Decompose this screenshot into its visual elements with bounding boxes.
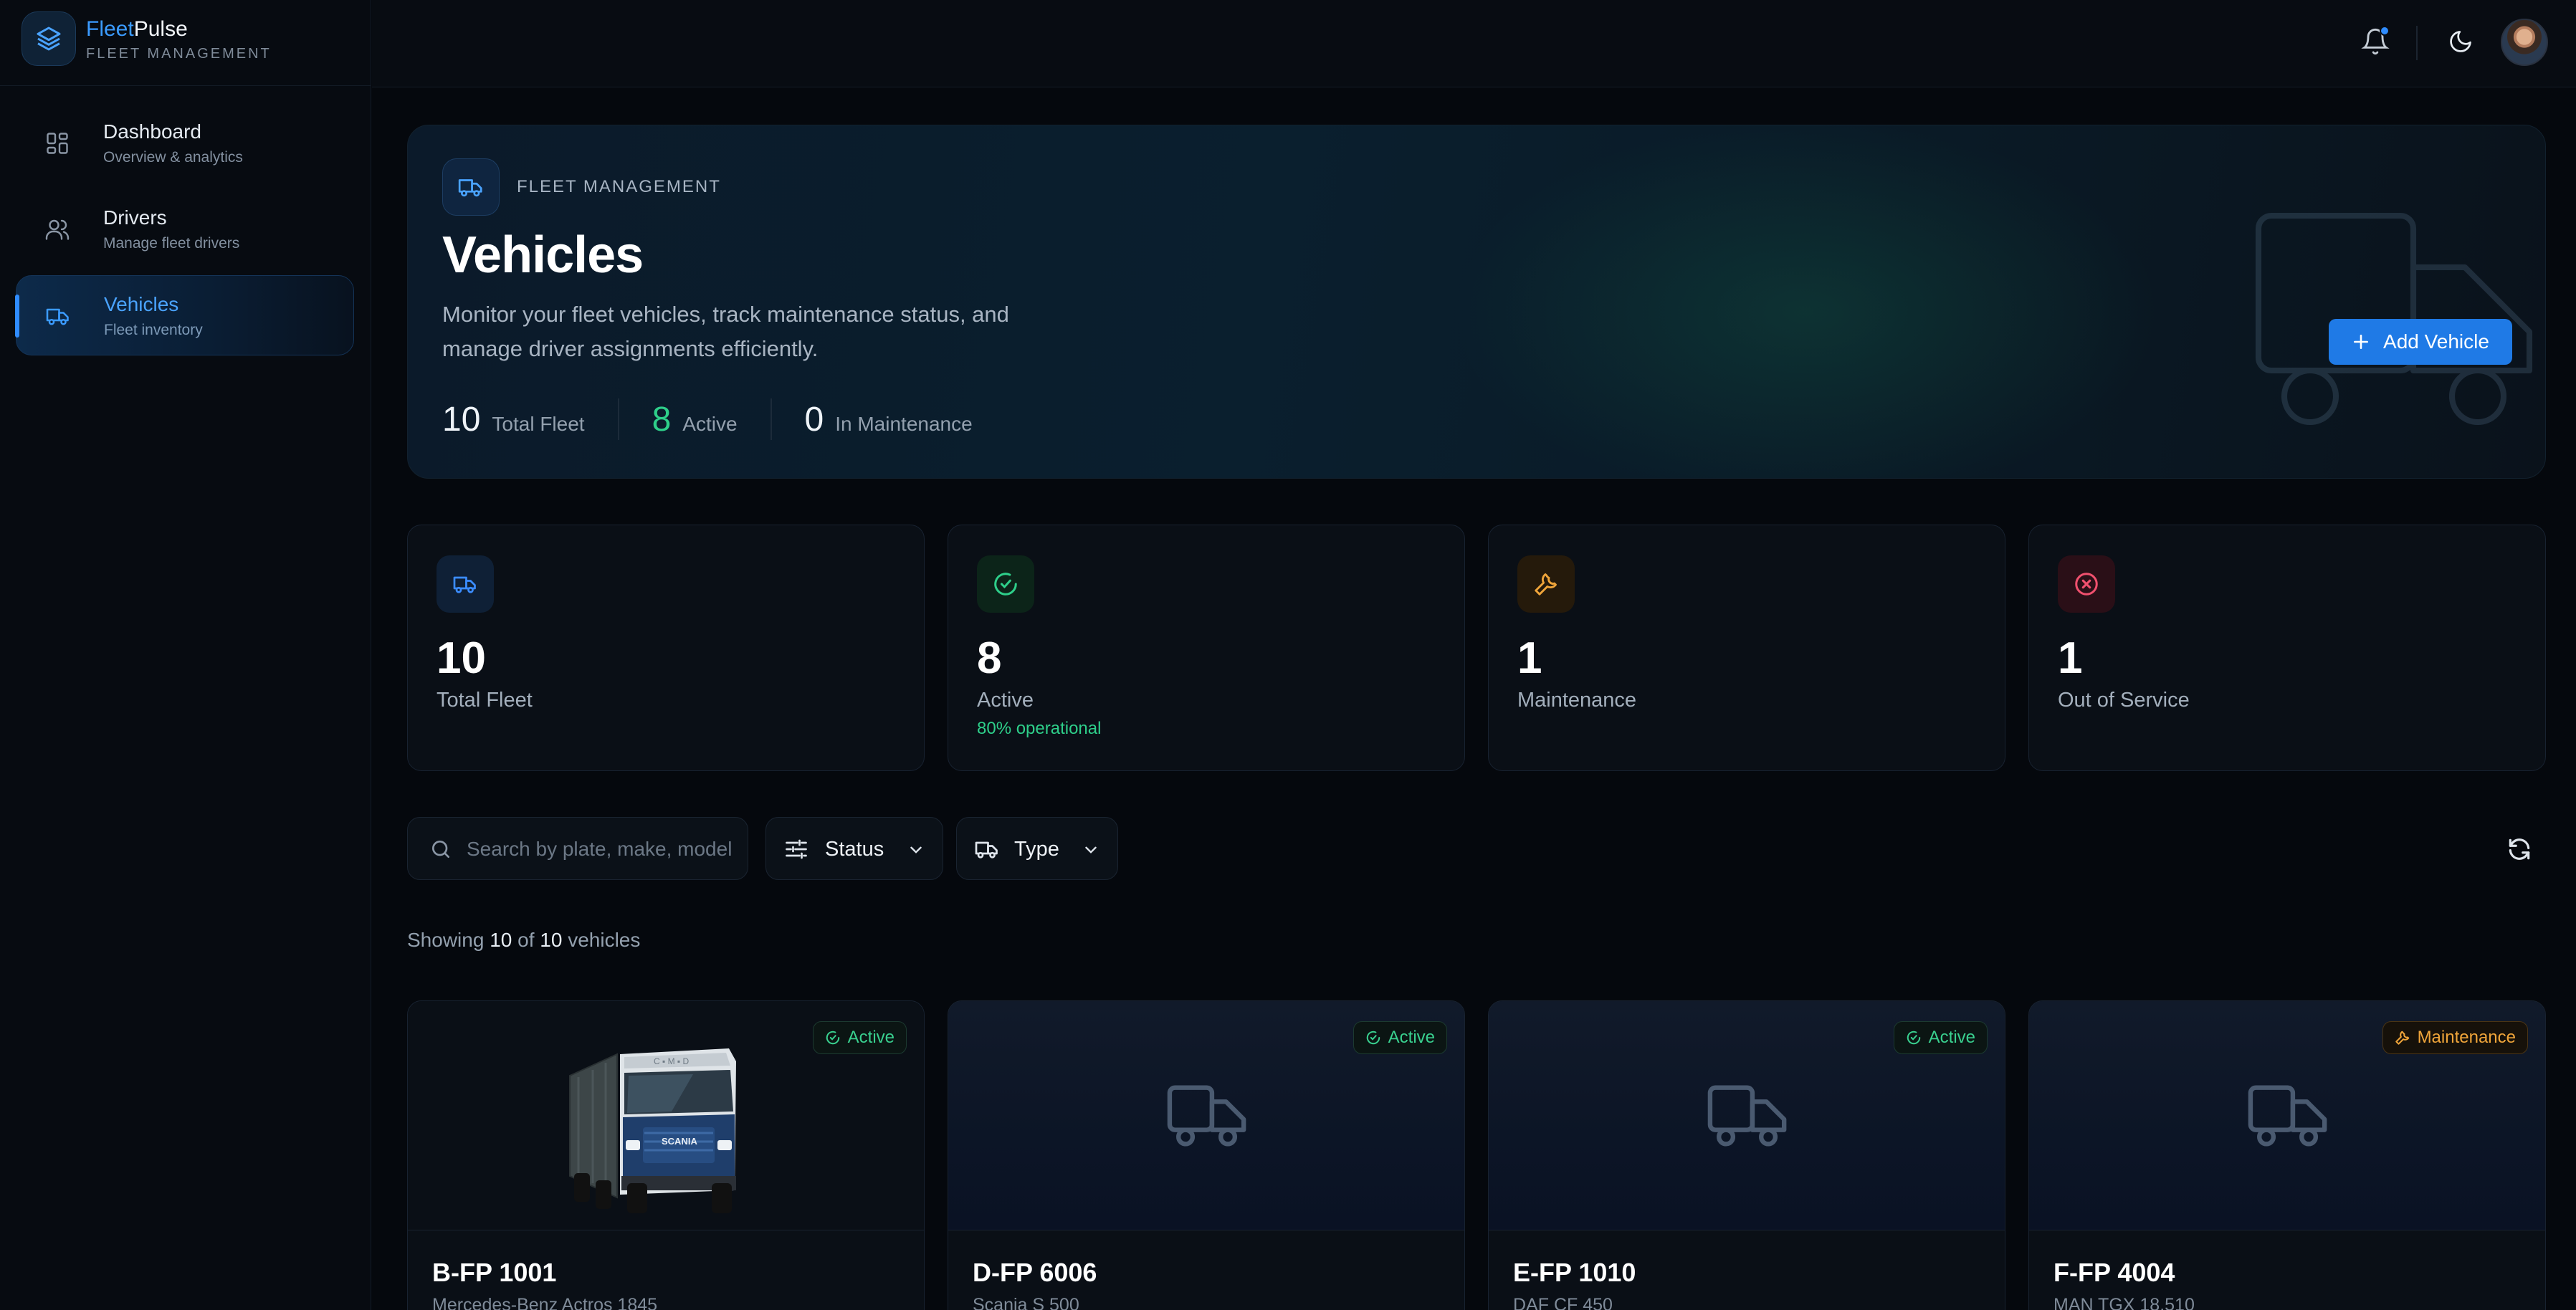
sidebar-item-label: Dashboard [103, 120, 201, 143]
wrench-icon [2395, 1031, 2409, 1045]
vehicle-card[interactable]: C ▪ M ▪ D SCANIA Active B-FP 1001 Merced… [407, 1000, 925, 1310]
status-filter-dropdown[interactable]: Status [765, 817, 943, 880]
sidebar-item-label: Vehicles [104, 293, 179, 315]
sidebar-item-vehicles[interactable]: Vehicles Fleet inventory [15, 275, 354, 355]
svg-text:SCANIA: SCANIA [662, 1136, 697, 1147]
avatar[interactable] [2501, 19, 2548, 66]
sidebar-item-sub: Overview & analytics [103, 149, 243, 166]
hero-eyebrow: FLEET MANAGEMENT [517, 177, 721, 196]
brand-subtitle: FLEET MANAGEMENT [86, 46, 272, 62]
status-badge: Active [1353, 1021, 1447, 1054]
hero-stat-active: 8 Active [652, 400, 738, 439]
status-badge: Active [812, 1021, 907, 1054]
vehicle-plate: F-FP 4004 [2053, 1258, 2175, 1287]
vehicle-model: MAN TGX 18.510 [2053, 1295, 2195, 1310]
sidebar: FleetPulse FLEET MANAGEMENT Dashboard Ov… [0, 0, 371, 1310]
vehicle-image-placeholder: Maintenance [2029, 1001, 2545, 1230]
results-count: Showing 10 of 10 vehicles [407, 929, 641, 951]
sidebar-item-label: Drivers [103, 206, 167, 229]
truck-icon [975, 841, 998, 859]
stat-label: Total Fleet [437, 689, 533, 712]
top-bar [372, 0, 2576, 87]
stat-value: 10 [437, 634, 486, 683]
sidebar-item-dashboard[interactable]: Dashboard Overview & analytics [16, 103, 354, 183]
chevron-down-icon [910, 846, 922, 854]
status-badge: Maintenance [2382, 1021, 2528, 1054]
type-filter-label: Type [1014, 838, 1059, 861]
truck-placeholder-icon [2248, 1085, 2327, 1147]
type-filter-dropdown[interactable]: Type [956, 817, 1118, 880]
wrench-icon [1517, 555, 1575, 613]
moon-icon[interactable] [2448, 29, 2474, 54]
vehicle-image-placeholder: Active [1489, 1001, 2005, 1230]
layers-icon [22, 11, 76, 66]
vehicle-plate: E-FP 1010 [1513, 1258, 1636, 1287]
hero-banner: FLEET MANAGEMENT Vehicles Monitor your f… [407, 125, 2546, 479]
stat-label: Maintenance [1517, 689, 1637, 712]
vehicle-image-placeholder: Active [948, 1001, 1464, 1230]
stat-card-active: 8 Active 80% operational [948, 525, 1465, 771]
chevron-down-icon [1085, 846, 1097, 854]
vehicle-card[interactable]: Active E-FP 1010 DAF CF 450 [1488, 1000, 2005, 1310]
divider [770, 398, 772, 440]
add-vehicle-button[interactable]: Add Vehicle [2329, 319, 2512, 365]
users-icon [45, 219, 70, 240]
brand-name: FleetPulse [86, 17, 188, 41]
truck-placeholder-icon [1707, 1085, 1787, 1147]
stat-card-total-fleet: 10 Total Fleet [407, 525, 925, 771]
page-title: Vehicles [442, 226, 644, 284]
divider [2416, 26, 2418, 60]
sidebar-item-sub: Manage fleet drivers [103, 235, 240, 252]
vehicle-model: Mercedes-Benz Actros 1845 [432, 1295, 658, 1310]
dashboard-grid-icon [47, 133, 68, 154]
sliders-icon [786, 839, 807, 859]
truck-photo: C ▪ M ▪ D SCANIA [569, 1048, 736, 1213]
stat-label: Out of Service [2058, 689, 2190, 712]
svg-text:C ▪ M ▪ D: C ▪ M ▪ D [654, 1056, 690, 1066]
search-input[interactable] [467, 832, 732, 866]
search-box[interactable] [407, 817, 748, 880]
brand[interactable]: FleetPulse FLEET MANAGEMENT [0, 0, 371, 86]
vehicle-card[interactable]: Maintenance F-FP 4004 MAN TGX 18.510 [2028, 1000, 2546, 1310]
x-circle-icon [2058, 555, 2115, 613]
hero-stat-total: 10 Total Fleet [442, 400, 585, 439]
stat-value: 1 [2058, 634, 2083, 683]
plus-icon [2354, 335, 2369, 349]
hero-stat-maintenance: 0 In Maintenance [804, 400, 973, 439]
truck-placeholder-icon [1167, 1085, 1246, 1147]
stat-value: 8 [977, 634, 1002, 683]
stat-subtext: 80% operational [977, 719, 1102, 738]
vehicle-card[interactable]: Active D-FP 6006 Scania S 500 [948, 1000, 1465, 1310]
check-circle-icon [1907, 1031, 1920, 1045]
status-filter-label: Status [825, 838, 884, 861]
check-circle-icon [1366, 1031, 1380, 1045]
stat-card-out-of-service: 1 Out of Service [2028, 525, 2546, 771]
add-vehicle-label: Add Vehicle [2383, 330, 2489, 353]
status-badge: Active [1893, 1021, 1988, 1054]
refresh-icon[interactable] [2506, 836, 2533, 863]
vehicle-plate: D-FP 6006 [973, 1258, 1097, 1287]
stat-value: 1 [1517, 634, 1542, 683]
truck-icon [437, 555, 494, 613]
truck-icon [46, 308, 69, 325]
page-description: Monitor your fleet vehicles, track maint… [442, 302, 1009, 361]
divider [617, 398, 619, 440]
vehicle-plate: B-FP 1001 [432, 1258, 557, 1287]
stat-card-maintenance: 1 Maintenance [1488, 525, 2005, 771]
search-icon [432, 841, 449, 858]
hero-stats: 10 Total Fleet 8 Active 0 In Maintenance [442, 398, 973, 441]
sidebar-item-drivers[interactable]: Drivers Manage fleet drivers [16, 189, 354, 269]
truck-icon [442, 158, 500, 216]
check-circle-icon [977, 555, 1034, 613]
vehicle-model: Scania S 500 [973, 1295, 1079, 1310]
vehicle-image: C ▪ M ▪ D SCANIA Active [408, 1001, 924, 1230]
check-circle-icon [826, 1031, 839, 1045]
notification-dot [2380, 26, 2390, 36]
sidebar-item-sub: Fleet inventory [104, 322, 203, 338]
stat-label: Active [977, 689, 1034, 712]
vehicle-model: DAF CF 450 [1513, 1295, 1613, 1310]
